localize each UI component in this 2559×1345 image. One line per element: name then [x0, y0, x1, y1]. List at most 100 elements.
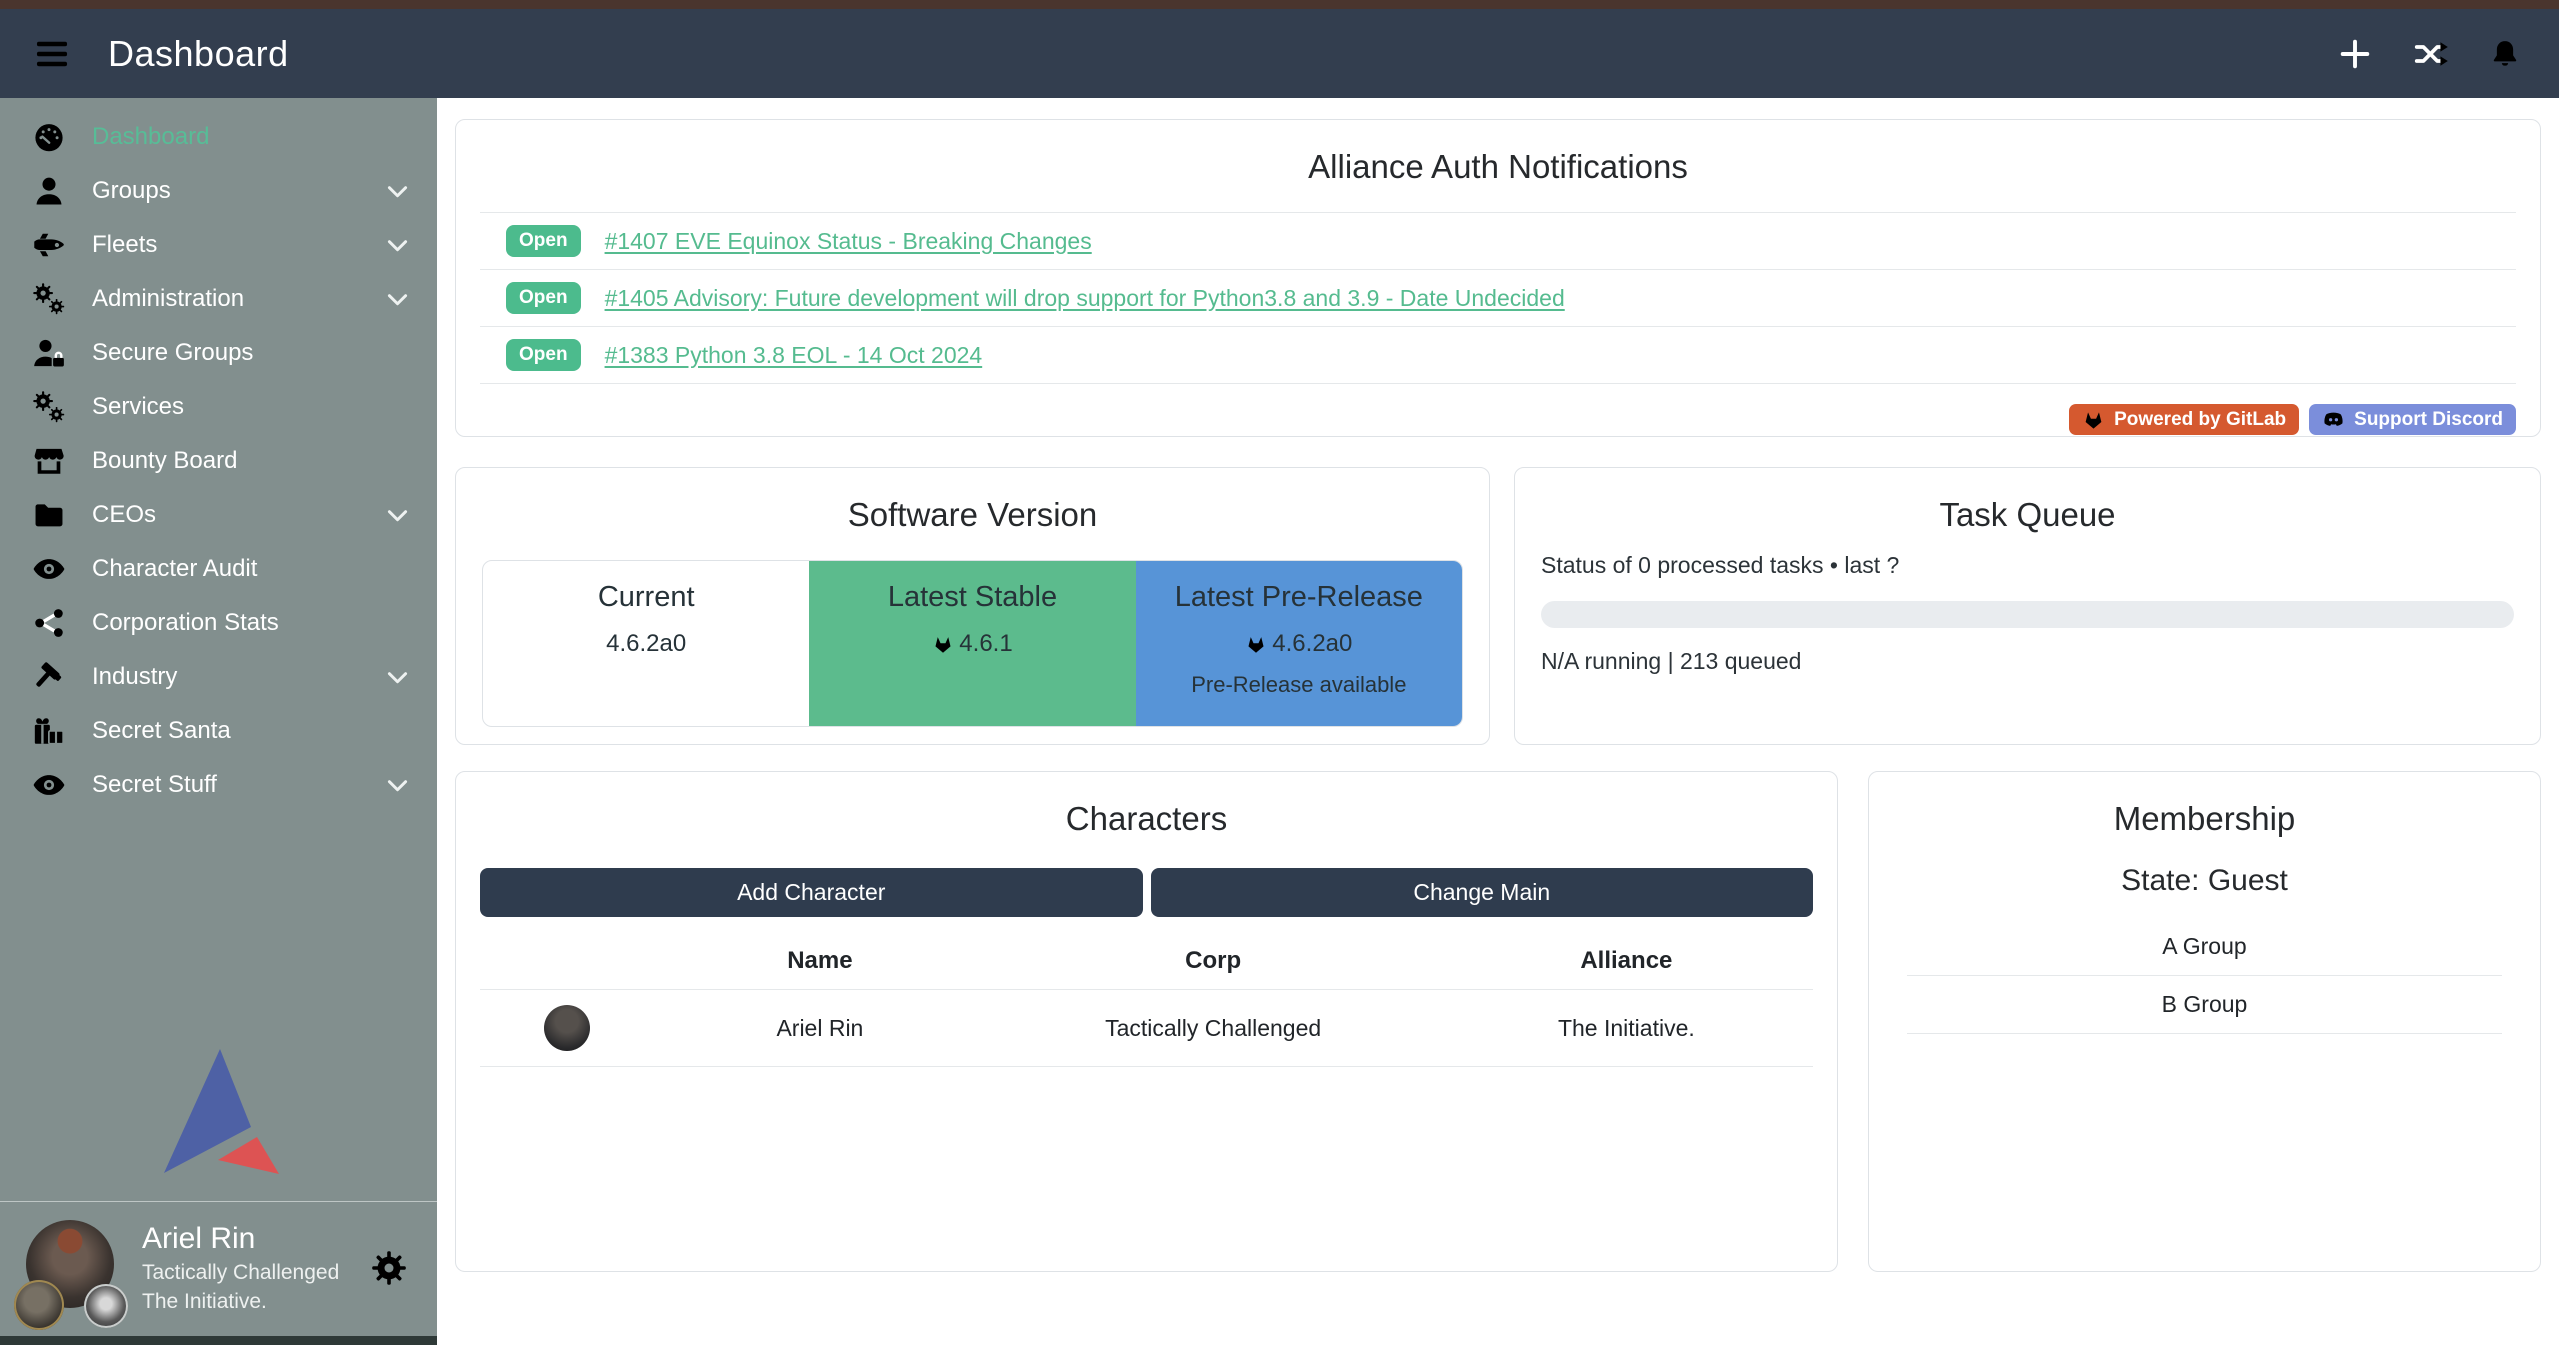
character-alliance: The Initiative. [1440, 990, 1813, 1067]
character-corp: Tactically Challenged [987, 990, 1440, 1067]
notification-link[interactable]: #1383 Python 3.8 EOL - 14 Oct 2024 [605, 342, 983, 369]
version-value: 4.6.1 [959, 630, 1012, 658]
sidebar-item-label: Groups [92, 177, 171, 205]
sidebar-item-dashboard[interactable]: Dashboard [0, 110, 437, 164]
page-title: Dashboard [108, 33, 289, 75]
membership-panel: Membership State: Guest A Group B Group [1868, 771, 2541, 1272]
characters-table: Name Corp Alliance Ariel Rin Tactically … [480, 929, 1813, 1067]
sidebar: Dashboard Groups Fleets Administration S… [0, 98, 437, 1345]
shuffle-icon[interactable] [2413, 36, 2449, 72]
chevron-down-icon [384, 232, 411, 259]
discord-badge-label: Support Discord [2354, 409, 2503, 431]
sidebar-item-corporation-stats[interactable]: Corporation Stats [0, 596, 437, 650]
eye-icon [32, 768, 66, 802]
column-corp: Corp [987, 929, 1440, 990]
sidebar-item-character-audit[interactable]: Character Audit [0, 542, 437, 596]
sidebar-item-label: CEOs [92, 501, 156, 529]
user-lock-icon [32, 336, 66, 370]
gitlab-tanuki-icon [1245, 633, 1267, 655]
plus-icon[interactable] [2337, 36, 2373, 72]
main-content: Alliance Auth Notifications Open #1407 E… [437, 98, 2559, 1345]
sidebar-bottom: Ariel Rin Tactically Challenged The Init… [0, 1047, 437, 1345]
version-cell-stable: Latest Stable 4.6.1 [809, 561, 1135, 726]
notifications-footer: Powered by GitLab Support Discord [480, 404, 2516, 435]
sidebar-item-administration[interactable]: Administration [0, 272, 437, 326]
membership-state: State: Guest [1893, 864, 2516, 898]
characters-header-row: Name Corp Alliance [480, 929, 1813, 990]
chevron-down-icon [384, 664, 411, 691]
task-queue-panel: Task Queue Status of 0 processed tasks •… [1514, 467, 2541, 745]
version-label: Latest Stable [809, 581, 1135, 614]
gitlab-badge-label: Powered by GitLab [2114, 409, 2286, 431]
software-version-panel: Software Version Current 4.6.2a0 Latest … [455, 467, 1490, 745]
gitlab-badge[interactable]: Powered by GitLab [2069, 404, 2299, 435]
user-alliance: The Initiative. [142, 1290, 339, 1314]
gifts-icon [32, 714, 66, 748]
notification-row: Open #1405 Advisory: Future development … [480, 270, 2516, 327]
status-badge: Open [506, 282, 581, 314]
sidebar-item-secret-stuff[interactable]: Secret Stuff [0, 758, 437, 812]
software-version-title: Software Version [480, 496, 1465, 534]
sidebar-item-label: Services [92, 393, 184, 421]
status-badge: Open [506, 225, 581, 257]
user-panel: Ariel Rin Tactically Challenged The Init… [0, 1202, 437, 1336]
character-row: Ariel Rin Tactically Challenged The Init… [480, 990, 1813, 1067]
notification-row: Open #1383 Python 3.8 EOL - 14 Oct 2024 [480, 327, 2516, 384]
sidebar-item-label: Bounty Board [92, 447, 237, 475]
membership-groups: A Group B Group [1907, 918, 2502, 1034]
character-name: Ariel Rin [653, 990, 986, 1067]
sidebar-item-label: Dashboard [92, 123, 209, 151]
membership-title: Membership [1893, 800, 2516, 838]
column-name: Name [653, 929, 986, 990]
sidebar-item-ceos[interactable]: CEOs [0, 488, 437, 542]
version-cell-prerelease: Latest Pre-Release 4.6.2a0 Pre-Release a… [1136, 561, 1462, 726]
hamburger-menu-icon[interactable] [30, 35, 74, 73]
chevron-down-icon [384, 502, 411, 529]
sidebar-item-secret-santa[interactable]: Secret Santa [0, 704, 437, 758]
alliance-auth-logo [0, 1047, 437, 1177]
notification-link[interactable]: #1407 EVE Equinox Status - Breaking Chan… [605, 228, 1092, 255]
sidebar-item-bounty-board[interactable]: Bounty Board [0, 434, 437, 488]
gears-icon [32, 390, 66, 424]
sidebar-item-label: Secret Santa [92, 717, 231, 745]
sidebar-item-secure-groups[interactable]: Secure Groups [0, 326, 437, 380]
discord-badge[interactable]: Support Discord [2309, 404, 2516, 435]
sidebar-item-services[interactable]: Services [0, 380, 437, 434]
status-badge: Open [506, 339, 581, 371]
sidebar-item-label: Secret Stuff [92, 771, 217, 799]
user-corp: Tactically Challenged [142, 1261, 339, 1285]
notification-link[interactable]: #1405 Advisory: Future development will … [605, 285, 1565, 312]
chevron-down-icon [384, 772, 411, 799]
add-character-button[interactable]: Add Character [480, 868, 1143, 917]
gears-icon [32, 282, 66, 316]
notifications-title: Alliance Auth Notifications [480, 148, 2516, 186]
sidebar-item-label: Fleets [92, 231, 157, 259]
sidebar-item-groups[interactable]: Groups [0, 164, 437, 218]
notifications-list: Open #1407 EVE Equinox Status - Breaking… [480, 212, 2516, 384]
corp-logo [14, 1280, 64, 1330]
sidebar-item-fleets[interactable]: Fleets [0, 218, 437, 272]
gitlab-tanuki-icon [932, 633, 954, 655]
settings-gear-icon[interactable] [371, 1250, 407, 1286]
chevron-down-icon [384, 286, 411, 313]
column-alliance: Alliance [1440, 929, 1813, 990]
chevron-down-icon [384, 178, 411, 205]
characters-panel: Characters Add Character Change Main Nam… [455, 771, 1838, 1272]
user-icon [32, 174, 66, 208]
sidebar-item-label: Administration [92, 285, 244, 313]
notifications-panel: Alliance Auth Notifications Open #1407 E… [455, 119, 2541, 437]
navbar-actions [2337, 36, 2521, 72]
version-note: Pre-Release available [1136, 672, 1462, 698]
version-cell-current: Current 4.6.2a0 [483, 561, 809, 726]
sidebar-item-industry[interactable]: Industry [0, 650, 437, 704]
bell-icon[interactable] [2489, 38, 2521, 70]
tachometer-icon [32, 120, 66, 154]
sidebar-bottom-strip [0, 1336, 437, 1345]
characters-actions: Add Character Change Main [480, 868, 1813, 917]
change-main-button[interactable]: Change Main [1151, 868, 1814, 917]
eye-icon [32, 552, 66, 586]
discord-icon [2322, 408, 2345, 431]
version-label: Current [483, 581, 809, 614]
group-item: A Group [1907, 918, 2502, 976]
user-info: Ariel Rin Tactically Challenged The Init… [142, 1222, 339, 1315]
